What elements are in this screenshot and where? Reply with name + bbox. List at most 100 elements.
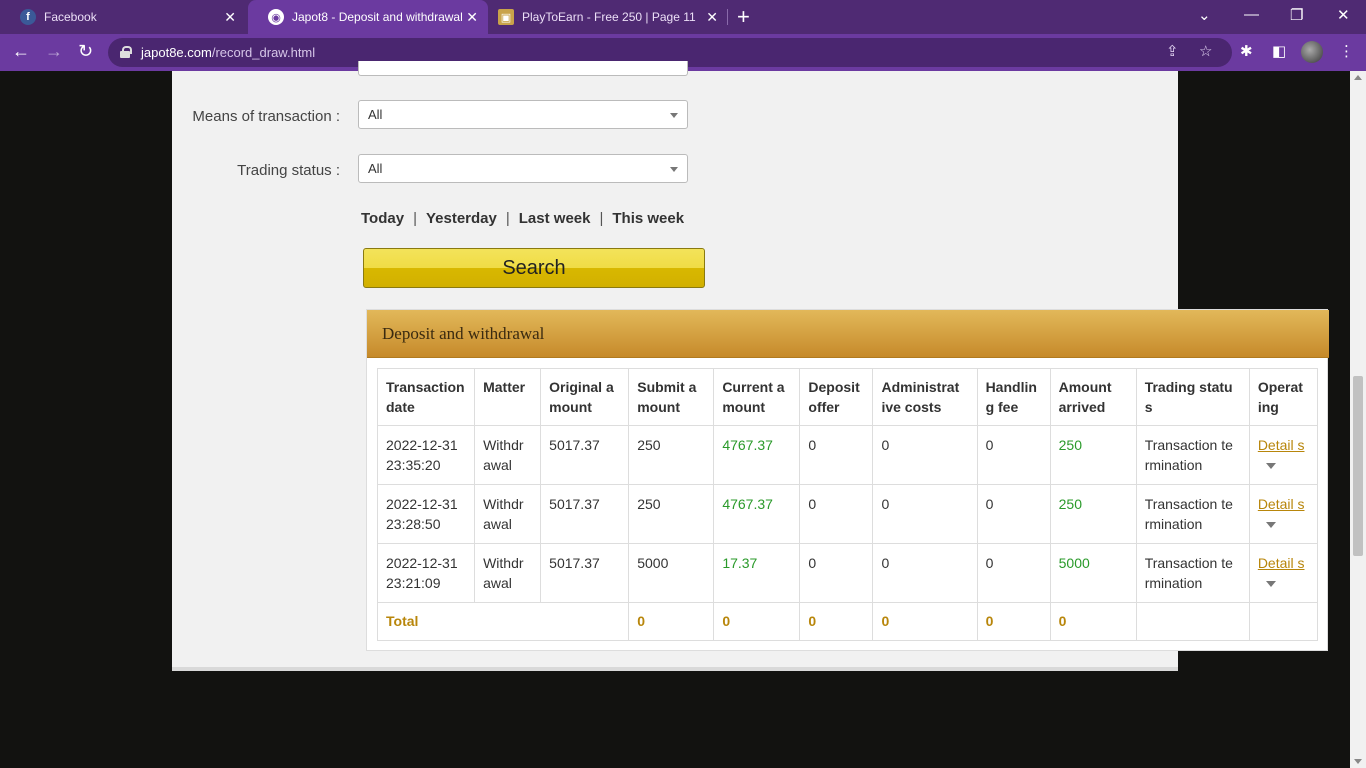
cell-total-label: Total xyxy=(376,602,630,641)
cell-original: 5017.37 xyxy=(540,484,630,544)
cell-admin: 0 xyxy=(872,484,978,544)
cell-deposit-offer: 0 xyxy=(799,543,874,603)
table-row: 2022-12-31 23:21:09 Withdr awal 5017.37 5… xyxy=(376,543,1319,603)
means-of-transaction-select[interactable]: All xyxy=(358,100,688,129)
cell-status: Transaction te rmination xyxy=(1135,543,1250,603)
restore-button[interactable]: ❐ xyxy=(1290,6,1303,24)
chevron-down-icon[interactable] xyxy=(1265,463,1276,470)
reload-icon[interactable]: ↻ xyxy=(78,41,93,61)
col-current-amount: Current a mount xyxy=(713,368,801,426)
col-operating: Operat ing xyxy=(1248,368,1319,426)
cell-original: 5017.37 xyxy=(540,543,630,603)
tab-title: PlayToEarn - Free 250 | Page 11 | I xyxy=(522,10,697,24)
trading-status-select[interactable]: All xyxy=(358,154,688,183)
cell-operating: Detail s xyxy=(1248,543,1319,603)
cell-current: 4767.37 xyxy=(713,484,801,544)
forward-arrow-icon[interactable]: → xyxy=(45,41,63,61)
col-administrative-costs: Administrat ive costs xyxy=(872,368,978,426)
chevron-down-icon[interactable] xyxy=(1265,581,1276,588)
cell-date: 2022-12-31 23:35:20 xyxy=(376,425,476,485)
back-arrow-icon[interactable]: ← xyxy=(12,41,30,61)
dropdown-caret-icon xyxy=(670,167,678,172)
scroll-down-arrow-icon[interactable] xyxy=(1354,759,1362,764)
close-icon[interactable]: ✕ xyxy=(224,9,236,26)
range-this-week[interactable]: This week xyxy=(612,210,684,227)
cell-fee: 0 xyxy=(976,543,1051,603)
cell-matter: Withdr awal xyxy=(474,484,542,544)
extensions-puzzle-icon[interactable]: ✱ xyxy=(1240,42,1253,60)
scroll-up-arrow-icon[interactable] xyxy=(1354,75,1362,80)
cell-status: Transaction te rmination xyxy=(1135,425,1250,485)
range-yesterday[interactable]: Yesterday xyxy=(426,210,497,227)
close-icon[interactable]: ✕ xyxy=(466,9,478,26)
tab-title: Facebook xyxy=(44,10,97,24)
cell-operating: Detail s xyxy=(1248,484,1319,544)
cell-arrived: 250 xyxy=(1049,425,1137,485)
details-link[interactable]: Detail s xyxy=(1258,496,1305,512)
cell-total-admin: 0 xyxy=(872,602,978,641)
col-matter: Matter xyxy=(474,368,542,426)
tab-search-chevron-icon[interactable]: ⌄ xyxy=(1198,6,1211,24)
tab-playtoearn[interactable]: ▣ PlayToEarn - Free 250 | Page 11 | I ✕ xyxy=(478,0,728,34)
cell-date: 2022-12-31 23:28:50 xyxy=(376,484,476,544)
cell-current: 17.37 xyxy=(713,543,801,603)
table-row: 2022-12-31 23:28:50 Withdr awal 5017.37 2… xyxy=(376,484,1319,544)
col-deposit-offer: Deposit offer xyxy=(799,368,874,426)
cell-total-submit: 0 xyxy=(628,602,715,641)
cell-original: 5017.37 xyxy=(540,425,630,485)
tab-japot8[interactable]: ◉ Japot8 - Deposit and withdrawal ✕ xyxy=(248,0,488,34)
table-row: 2022-12-31 23:35:20 Withdr awal 5017.37 2… xyxy=(376,425,1319,485)
dropdown-caret-icon xyxy=(670,113,678,118)
tab-title: Japot8 - Deposit and withdrawal xyxy=(292,10,463,24)
chevron-down-icon[interactable] xyxy=(1265,522,1276,529)
total-row: Total 0 0 0 0 0 0 xyxy=(376,602,1319,641)
side-panel-icon[interactable]: ◧ xyxy=(1272,42,1286,60)
star-icon[interactable]: ☆ xyxy=(1199,42,1212,60)
cell-deposit-offer: 0 xyxy=(799,425,874,485)
new-tab-button[interactable]: + xyxy=(737,6,750,28)
cell-admin: 0 xyxy=(872,543,978,603)
globe-icon: ◉ xyxy=(268,9,284,25)
cell-total-arrived: 0 xyxy=(1049,602,1137,641)
page-viewport: Means of transaction : All Trading statu… xyxy=(0,61,1350,768)
profile-avatar[interactable] xyxy=(1301,41,1323,63)
col-transaction-date: Transaction date xyxy=(376,368,476,426)
col-amount-arrived: Amount arrived xyxy=(1049,368,1137,426)
close-icon[interactable]: ✕ xyxy=(706,9,718,26)
cell-total-empty xyxy=(1248,602,1319,641)
cell-arrived: 250 xyxy=(1049,484,1137,544)
transactions-table: Transaction date Matter Original a mount… xyxy=(376,368,1319,641)
cell-operating: Detail s xyxy=(1248,425,1319,485)
tab-facebook[interactable]: f Facebook ✕ xyxy=(0,0,246,34)
minimize-button[interactable]: — xyxy=(1244,6,1259,23)
share-icon[interactable]: ⇪ xyxy=(1166,42,1179,60)
cell-submit: 5000 xyxy=(628,543,715,603)
panel-bottom-border xyxy=(172,667,1178,671)
cell-total-current: 0 xyxy=(713,602,801,641)
page-scrollbar[interactable] xyxy=(1350,71,1366,768)
cell-admin: 0 xyxy=(872,425,978,485)
col-trading-status: Trading statu s xyxy=(1135,368,1250,426)
cell-submit: 250 xyxy=(628,425,715,485)
lock-icon xyxy=(120,46,132,58)
means-of-transaction-label: Means of transaction : xyxy=(192,108,340,125)
cell-date: 2022-12-31 23:21:09 xyxy=(376,543,476,603)
window-close-button[interactable]: ✕ xyxy=(1337,6,1350,24)
quick-date-ranges: Today | Yesterday | Last week | This wee… xyxy=(361,210,685,227)
menu-kebab-icon[interactable]: ⋮ xyxy=(1339,42,1354,60)
cell-total-empty xyxy=(1135,602,1250,641)
browser-tab-bar: f Facebook ✕ ◉ Japot8 - Deposit and with… xyxy=(0,0,1366,34)
partial-select-above[interactable] xyxy=(358,61,688,76)
details-link[interactable]: Detail s xyxy=(1258,437,1305,453)
url-text: japot8e.com/record_draw.html xyxy=(141,45,316,60)
cell-fee: 0 xyxy=(976,425,1051,485)
range-last-week[interactable]: Last week xyxy=(519,210,591,227)
cell-submit: 250 xyxy=(628,484,715,544)
facebook-icon: f xyxy=(20,9,36,25)
search-button[interactable]: Search xyxy=(363,248,705,288)
details-link[interactable]: Detail s xyxy=(1258,555,1305,571)
deposit-withdrawal-section: Deposit and withdrawal Transaction date … xyxy=(366,309,1329,651)
cell-status: Transaction te rmination xyxy=(1135,484,1250,544)
range-today[interactable]: Today xyxy=(361,210,404,227)
scrollbar-thumb[interactable] xyxy=(1353,376,1363,556)
